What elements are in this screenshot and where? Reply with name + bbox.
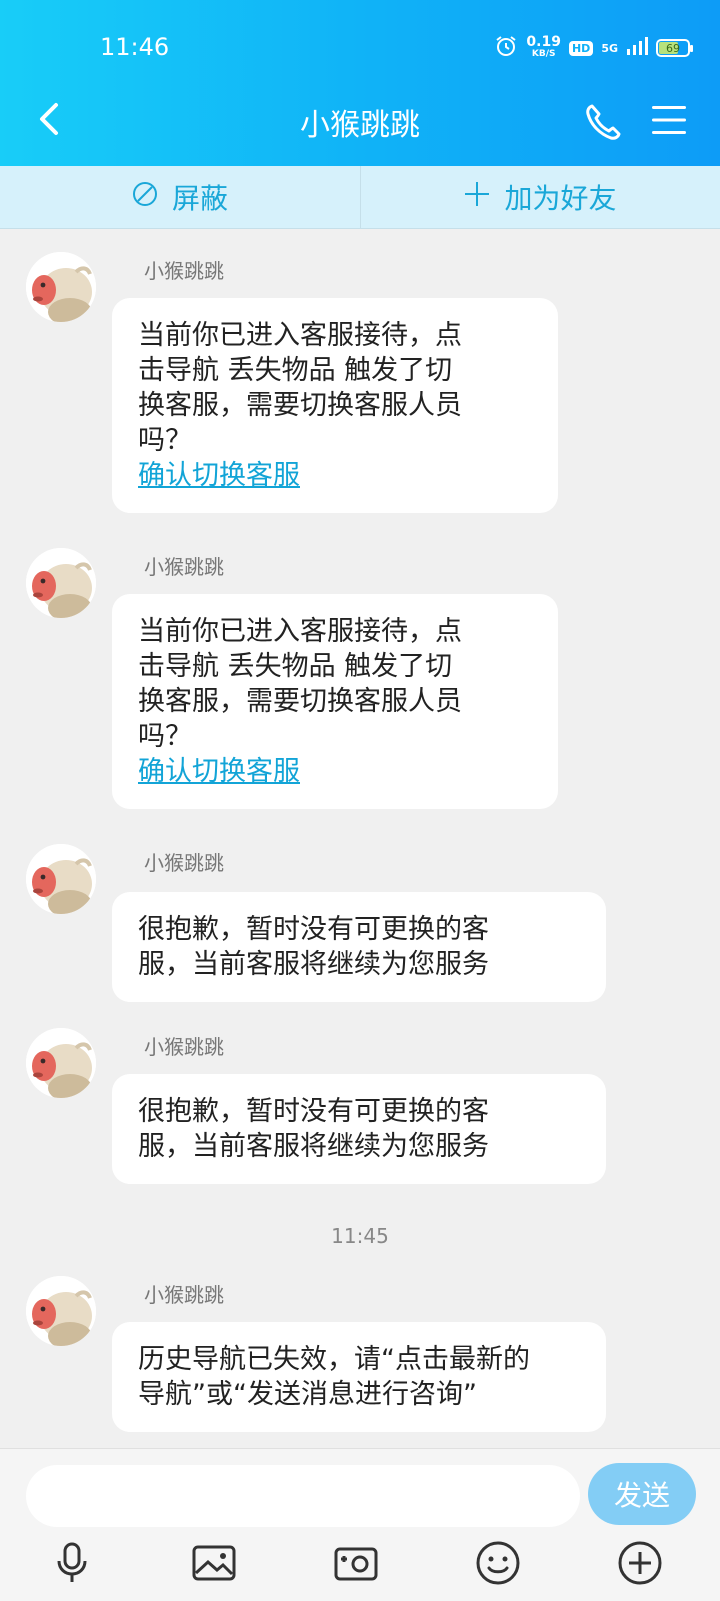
status-icons: 0.19 KB/S HD 5G 69	[494, 34, 693, 62]
network-speed-value: 0.19	[526, 34, 561, 50]
message-text-line: 当前你已进入客服接待，点	[138, 616, 462, 647]
message-text-line: 吗？	[138, 425, 192, 456]
message-text-line: 服，当前客服将继续为您服务	[138, 949, 489, 980]
battery-icon: 69	[656, 39, 693, 57]
message-text-line: 导航”或“发送消息进行咨询”	[138, 1379, 477, 1410]
status-bar: 11:46 0.19 KB/S HD 5G 69	[0, 0, 720, 90]
camera-icon[interactable]	[332, 1539, 380, 1587]
sender-name: 小猴跳跳	[144, 1035, 224, 1059]
message-bubble[interactable]: 很抱歉，暂时没有可更换的客 服，当前客服将继续为您服务	[112, 1074, 606, 1184]
network-speed-unit: KB/S	[531, 49, 556, 59]
message-bubble[interactable]: 历史导航已失效，请“点击最新的 导航”或“发送消息进行咨询”	[112, 1322, 606, 1432]
send-button[interactable]: 发送	[588, 1463, 696, 1525]
image-icon[interactable]	[190, 1539, 238, 1587]
avatar[interactable]	[26, 844, 96, 914]
emoji-icon[interactable]	[474, 1539, 522, 1587]
sender-name: 小猴跳跳	[144, 851, 224, 875]
network-type: 5G	[601, 41, 618, 55]
battery-level: 69	[666, 41, 680, 55]
sender-name: 小猴跳跳	[144, 555, 224, 579]
message-bubble[interactable]: 当前你已进入客服接待，点 击导航 丢失物品 触发了切 换客服，需要切换客服人员 吗？确…	[112, 298, 558, 513]
sender-name: 小猴跳跳	[144, 1283, 224, 1307]
confirm-switch-link[interactable]: 确认切换客服	[138, 458, 532, 493]
status-time: 11:46	[100, 33, 170, 61]
message-input[interactable]	[26, 1465, 580, 1527]
block-label: 屏蔽	[171, 182, 228, 215]
message-text-line: 服，当前客服将继续为您服务	[138, 1131, 489, 1162]
avatar[interactable]	[26, 548, 96, 618]
block-icon	[132, 181, 158, 214]
message-text-line: 很抱歉，暂时没有可更换的客	[138, 914, 489, 945]
timestamp: 11:45	[331, 1224, 389, 1248]
message-text-line: 换客服，需要切换客服人员	[138, 686, 462, 717]
menu-icon[interactable]	[650, 104, 688, 136]
hd-badge: HD	[568, 40, 594, 56]
avatar[interactable]	[26, 252, 96, 322]
message-bubble[interactable]: 当前你已进入客服接待，点 击导航 丢失物品 触发了切 换客服，需要切换客服人员 吗？确…	[112, 594, 558, 809]
phone-icon[interactable]	[584, 102, 624, 142]
add-friend-button[interactable]: 加为好友	[361, 166, 720, 228]
divider	[360, 166, 361, 228]
message-text-line: 击导航 丢失物品 触发了切	[138, 651, 453, 682]
add-friend-label: 加为好友	[504, 182, 617, 215]
message-text-line: 历史导航已失效，请“点击最新的	[138, 1344, 530, 1375]
sender-name: 小猴跳跳	[144, 259, 224, 283]
message-text-line: 击导航 丢失物品 触发了切	[138, 355, 453, 386]
title-bar: 11:46 0.19 KB/S HD 5G 69 小猴跳跳	[0, 0, 720, 166]
avatar[interactable]	[26, 1028, 96, 1098]
plus-icon	[464, 181, 490, 214]
message-text-line: 当前你已进入客服接待，点	[138, 320, 462, 351]
network-speed: 0.19 KB/S	[526, 34, 561, 60]
alarm-icon	[494, 34, 518, 62]
message-bubble[interactable]: 很抱歉，暂时没有可更换的客 服，当前客服将继续为您服务	[112, 892, 606, 1002]
avatar[interactable]	[26, 1276, 96, 1346]
message-text-line: 很抱歉，暂时没有可更换的客	[138, 1096, 489, 1127]
signal-icon	[626, 36, 648, 60]
plus-icon[interactable]	[616, 1539, 664, 1587]
composer: 发送	[0, 1448, 720, 1601]
microphone-icon[interactable]	[48, 1539, 96, 1587]
confirm-switch-link[interactable]: 确认切换客服	[138, 754, 532, 789]
block-button[interactable]: 屏蔽	[0, 166, 360, 228]
message-text-line: 换客服，需要切换客服人员	[138, 390, 462, 421]
message-text-line: 吗？	[138, 721, 192, 752]
